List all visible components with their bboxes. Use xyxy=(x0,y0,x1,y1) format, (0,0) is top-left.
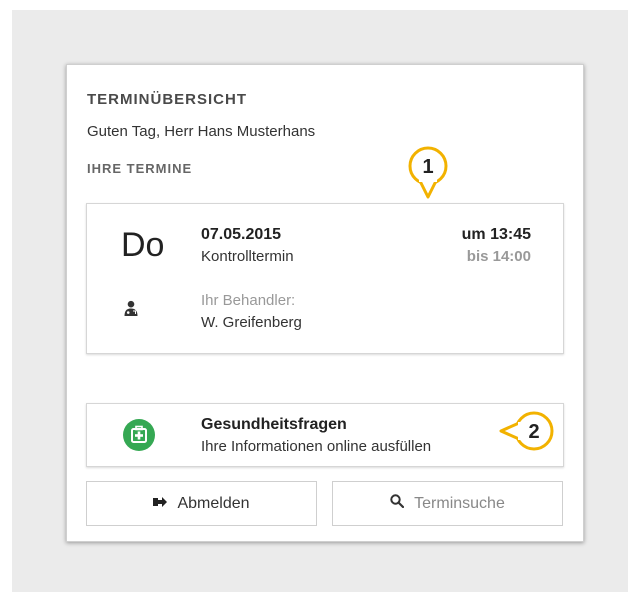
callout-marker-1: 1 xyxy=(408,146,448,199)
logout-button-label: Abmelden xyxy=(177,494,250,512)
appointments-heading: IHRE TERMINE xyxy=(87,161,193,176)
practitioner-label: Ihr Behandler: xyxy=(201,292,296,309)
greeting-text: Guten Tag, Herr Hans Musterhans xyxy=(87,123,316,140)
appointment-search-button[interactable]: Terminsuche xyxy=(332,481,563,526)
callout-marker-2: 2 xyxy=(499,411,554,451)
callout-number-2: 2 xyxy=(528,421,539,443)
appointment-type: Kontrolltermin xyxy=(201,248,294,265)
appointment-date: 07.05.2015 xyxy=(201,226,282,243)
panel-title: TERMINÜBERSICHT xyxy=(87,91,247,108)
practitioner-name: W. Greifenberg xyxy=(201,314,302,331)
appointment-overview-panel: TERMINÜBERSICHT Guten Tag, Herr Hans Mus… xyxy=(66,64,584,542)
medical-kit-icon xyxy=(123,419,155,451)
callout-number-1: 1 xyxy=(422,156,433,178)
doctor-icon xyxy=(124,300,138,316)
health-questions-title: Gesundheitsfragen xyxy=(201,416,347,433)
health-questions-subtitle: Ihre Informationen online ausfüllen xyxy=(201,438,432,455)
appointment-card[interactable]: Do 07.05.2015 Kontrolltermin um 13:45 bi… xyxy=(86,203,564,354)
logout-button[interactable]: Abmelden xyxy=(86,481,317,526)
appointment-search-label: Terminsuche xyxy=(414,494,505,512)
appointment-weekday: Do xyxy=(121,226,165,264)
appointment-end-time: bis 14:00 xyxy=(466,248,531,265)
appointment-start-time: um 13:45 xyxy=(461,226,531,243)
logout-icon xyxy=(153,495,168,513)
search-icon xyxy=(390,494,405,513)
health-questions-card[interactable]: Gesundheitsfragen Ihre Informationen onl… xyxy=(86,403,564,467)
